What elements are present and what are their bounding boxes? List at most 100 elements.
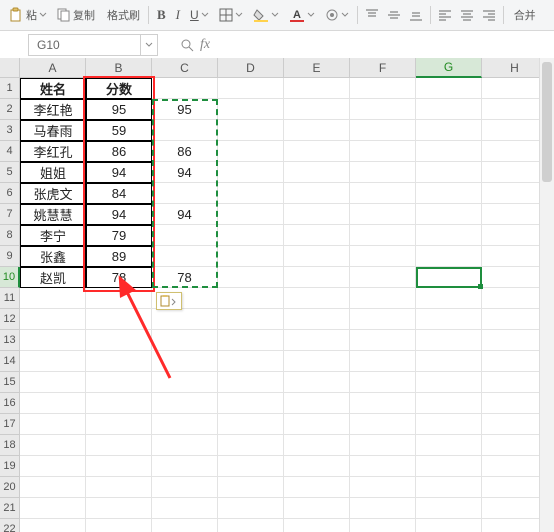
formula-input[interactable]	[216, 34, 554, 56]
format-painter-button[interactable]: 格式刷	[101, 4, 144, 26]
cell-G18[interactable]	[416, 435, 482, 456]
cell-B16[interactable]	[86, 393, 152, 414]
cell-F5[interactable]	[350, 162, 416, 183]
cell-E22[interactable]	[284, 519, 350, 532]
cell-B8[interactable]: 79	[86, 225, 152, 246]
cell-A5[interactable]: 姐姐	[20, 162, 86, 183]
cell-A22[interactable]	[20, 519, 86, 532]
row-header-10[interactable]: 10	[0, 267, 20, 288]
column-header-G[interactable]: G	[416, 58, 482, 78]
cell-F2[interactable]	[350, 99, 416, 120]
cell-D22[interactable]	[218, 519, 284, 532]
cell-D20[interactable]	[218, 477, 284, 498]
column-header-A[interactable]: A	[20, 58, 86, 78]
cell-E6[interactable]	[284, 183, 350, 204]
cell-A6[interactable]: 张虎文	[20, 183, 86, 204]
cell-F3[interactable]	[350, 120, 416, 141]
cell-D5[interactable]	[218, 162, 284, 183]
magnifier-icon[interactable]	[180, 38, 194, 52]
row-header-8[interactable]: 8	[0, 225, 20, 246]
cell-A13[interactable]	[20, 330, 86, 351]
cell-E13[interactable]	[284, 330, 350, 351]
cell-A12[interactable]	[20, 309, 86, 330]
align-center-button[interactable]	[457, 4, 477, 26]
cell-D10[interactable]	[218, 267, 284, 288]
row-header-12[interactable]: 12	[0, 309, 20, 330]
cell-F1[interactable]	[350, 78, 416, 99]
column-header-C[interactable]: C	[152, 58, 218, 78]
cell-G7[interactable]	[416, 204, 482, 225]
cell-G17[interactable]	[416, 414, 482, 435]
cell-C22[interactable]	[152, 519, 218, 532]
row-header-6[interactable]: 6	[0, 183, 20, 204]
cell-E11[interactable]	[284, 288, 350, 309]
cell-E15[interactable]	[284, 372, 350, 393]
cell-G19[interactable]	[416, 456, 482, 477]
cell-B18[interactable]	[86, 435, 152, 456]
scrollbar-thumb[interactable]	[542, 62, 552, 182]
cell-C5[interactable]: 94	[152, 162, 218, 183]
column-header-F[interactable]: F	[350, 58, 416, 78]
row-header-20[interactable]: 20	[0, 477, 20, 498]
cell-C19[interactable]	[152, 456, 218, 477]
row-header-21[interactable]: 21	[0, 498, 20, 519]
font-color-button[interactable]: A	[285, 4, 319, 26]
cell-G5[interactable]	[416, 162, 482, 183]
cell-D7[interactable]	[218, 204, 284, 225]
cell-F15[interactable]	[350, 372, 416, 393]
cell-C20[interactable]	[152, 477, 218, 498]
cell-A18[interactable]	[20, 435, 86, 456]
effects-button[interactable]	[321, 4, 353, 26]
cell-F12[interactable]	[350, 309, 416, 330]
cell-D15[interactable]	[218, 372, 284, 393]
cell-E12[interactable]	[284, 309, 350, 330]
column-header-D[interactable]: D	[218, 58, 284, 78]
cell-F7[interactable]	[350, 204, 416, 225]
cell-A14[interactable]	[20, 351, 86, 372]
cell-A4[interactable]: 李红孔	[20, 141, 86, 162]
row-header-9[interactable]: 9	[0, 246, 20, 267]
cell-D17[interactable]	[218, 414, 284, 435]
cell-D6[interactable]	[218, 183, 284, 204]
cell-D8[interactable]	[218, 225, 284, 246]
cell-G10[interactable]	[416, 267, 482, 288]
cell-B1[interactable]: 分数	[86, 78, 152, 99]
cell-D16[interactable]	[218, 393, 284, 414]
cell-D19[interactable]	[218, 456, 284, 477]
row-headers[interactable]: 12345678910111213141516171819202122	[0, 78, 20, 532]
cell-G4[interactable]	[416, 141, 482, 162]
cell-D11[interactable]	[218, 288, 284, 309]
cell-C21[interactable]	[152, 498, 218, 519]
cell-F19[interactable]	[350, 456, 416, 477]
cell-A17[interactable]	[20, 414, 86, 435]
cell-A2[interactable]: 李红艳	[20, 99, 86, 120]
cell-F14[interactable]	[350, 351, 416, 372]
cell-A3[interactable]: 马春雨	[20, 120, 86, 141]
row-header-11[interactable]: 11	[0, 288, 20, 309]
row-header-13[interactable]: 13	[0, 330, 20, 351]
cell-C8[interactable]	[152, 225, 218, 246]
cell-C2[interactable]: 95	[152, 99, 218, 120]
fill-color-button[interactable]	[249, 4, 283, 26]
cell-B22[interactable]	[86, 519, 152, 532]
cell-G13[interactable]	[416, 330, 482, 351]
row-header-1[interactable]: 1	[0, 78, 20, 99]
fx-icon[interactable]: fx	[200, 37, 210, 53]
cell-G2[interactable]	[416, 99, 482, 120]
column-header-E[interactable]: E	[284, 58, 350, 78]
align-right-button[interactable]	[479, 4, 499, 26]
align-left-button[interactable]	[435, 4, 455, 26]
cell-F4[interactable]	[350, 141, 416, 162]
cell-E7[interactable]	[284, 204, 350, 225]
cell-E3[interactable]	[284, 120, 350, 141]
row-header-17[interactable]: 17	[0, 414, 20, 435]
cell-G14[interactable]	[416, 351, 482, 372]
cell-D14[interactable]	[218, 351, 284, 372]
cell-E4[interactable]	[284, 141, 350, 162]
cell-F11[interactable]	[350, 288, 416, 309]
cell-F20[interactable]	[350, 477, 416, 498]
cell-E2[interactable]	[284, 99, 350, 120]
cell-B17[interactable]	[86, 414, 152, 435]
cell-B6[interactable]: 84	[86, 183, 152, 204]
cell-C16[interactable]	[152, 393, 218, 414]
